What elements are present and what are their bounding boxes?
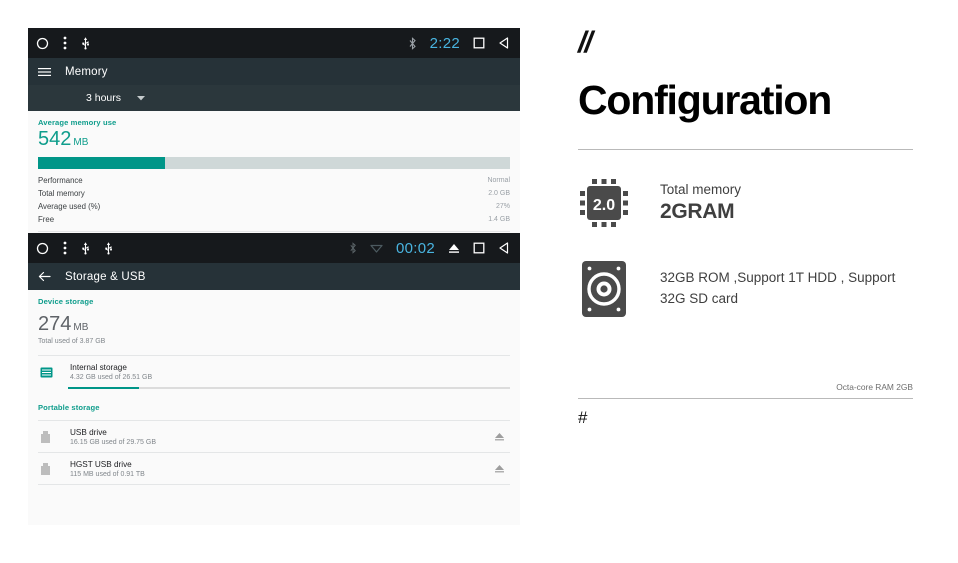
device-storage-value: 274 MB (38, 314, 510, 335)
spec-value: 2GRAM (660, 200, 735, 223)
page-title: Configuration (578, 77, 832, 123)
memory-app-title: Memory (65, 65, 108, 78)
stat-value: 1.4 GB (488, 216, 510, 223)
list-item-text: Internal storage 4.32 GB used of 26.51 G… (70, 363, 510, 381)
hash-mark: # (578, 408, 588, 427)
footer-note: Octa-core RAM 2GB (836, 382, 913, 392)
usb-icon (81, 241, 90, 255)
list-item-text: USB drive 16.15 GB used of 29.75 GB (70, 428, 488, 446)
home-circle-icon[interactable] (36, 37, 49, 50)
portable-storage-label: Portable storage (38, 403, 100, 412)
list-item-subtitle: 16.15 GB used of 29.75 GB (70, 439, 157, 446)
usb-icon (104, 241, 113, 255)
cpu-chip-icon: 2.0 (578, 177, 640, 229)
usb-drive-icon (40, 430, 70, 444)
hamburger-icon[interactable] (38, 67, 51, 77)
stat-value: 27% (495, 203, 510, 210)
chevron-down-icon[interactable] (137, 95, 146, 101)
list-item-title: Internal storage (70, 363, 127, 372)
status-bar-left-icons (36, 36, 90, 50)
list-item-text: HGST USB drive 115 MB used of 0.91 TB (70, 460, 488, 478)
spec-text: 32GB ROM ,Support 1T HDD , Support 32G S… (660, 268, 913, 310)
average-memory-unit: MB (73, 137, 89, 148)
overflow-menu-icon[interactable] (63, 36, 67, 50)
slash-decoration: // (578, 26, 593, 59)
overflow-menu-icon[interactable] (63, 241, 67, 255)
configuration-panel: // Configuration 2.0 Total memory 2GRAM … (578, 28, 913, 428)
spec-description: 32GB ROM ,Support 1T HDD , Support 32G S… (660, 270, 896, 306)
status-bar-clock: 00:02 (395, 239, 435, 257)
storage-screenshot: 00:02 Storage & USB Device storage 274 M… (28, 233, 520, 525)
stat-label: Average used (%) (38, 202, 101, 211)
hard-disk-icon (578, 259, 640, 319)
recents-square-icon[interactable] (473, 242, 485, 254)
stat-value: Normal (487, 177, 510, 184)
list-item-internal-storage[interactable]: Internal storage 4.32 GB used of 26.51 G… (38, 356, 510, 387)
spec-text: Total memory 2GRAM (660, 182, 741, 224)
title-divider (578, 149, 913, 150)
home-circle-icon[interactable] (36, 242, 49, 255)
storage-bars-icon (40, 366, 70, 379)
list-item-subtitle: 115 MB used of 0.91 TB (70, 471, 145, 478)
stat-row-performance: Performance Normal (38, 174, 510, 187)
list-item-usb-drive[interactable]: USB drive 16.15 GB used of 29.75 GB (38, 421, 510, 452)
memory-screenshot: 2:22 Memory 3 hours Average memory use 5… (28, 28, 520, 233)
stat-row-total-memory: Total memory 2.0 GB (38, 187, 510, 200)
list-item-title: HGST USB drive (70, 460, 132, 469)
status-bar-right-icons: 00:02 (349, 240, 510, 257)
memory-usage-bar (38, 157, 510, 169)
list-item-hgst-usb-drive[interactable]: HGST USB drive 115 MB used of 0.91 TB (38, 453, 510, 484)
footer-divider (578, 398, 913, 399)
status-bar-right-icons: 2:22 (408, 35, 510, 52)
device-storage-number: 274 (38, 313, 72, 335)
stat-label: Performance (38, 176, 83, 185)
recents-square-icon[interactable] (473, 37, 485, 49)
memory-content: Average memory use 542 MB Performance Nor… (28, 111, 520, 232)
storage-content: Device storage 274 MB Total used of 3.87 … (28, 290, 520, 485)
eject-icon[interactable] (488, 464, 510, 474)
list-item-subtitle: 4.32 GB used of 26.51 GB (70, 374, 153, 381)
bluetooth-icon (408, 36, 417, 50)
usb-icon (81, 36, 90, 50)
bluetooth-icon (349, 242, 357, 254)
chip-value-text: 2.0 (593, 197, 615, 214)
device-storage-unit: MB (73, 322, 89, 333)
memory-app-bar: Memory (28, 58, 520, 85)
storage-status-bar: 00:02 (28, 233, 520, 263)
memory-status-bar: 2:22 (28, 28, 520, 58)
spec-storage: 32GB ROM ,Support 1T HDD , Support 32G S… (578, 259, 913, 319)
device-storage-label: Device storage (38, 297, 94, 306)
memory-time-spinner[interactable]: 3 hours (28, 85, 520, 111)
spec-total-memory: 2.0 Total memory 2GRAM (578, 177, 913, 229)
back-triangle-icon[interactable] (498, 242, 510, 254)
storage-app-bar: Storage & USB (28, 263, 520, 290)
eject-icon[interactable] (488, 432, 510, 442)
total-used-label: Total used of 3.87 GB (38, 338, 106, 345)
wifi-icon (370, 243, 383, 253)
eject-icon[interactable] (448, 243, 460, 254)
stat-label: Free (38, 215, 55, 224)
divider (38, 231, 510, 232)
list-item-title: USB drive (70, 428, 107, 437)
status-bar-clock: 2:22 (429, 34, 460, 52)
average-memory-number: 542 (38, 128, 72, 150)
stat-label: Total memory (38, 189, 85, 198)
memory-usage-bar-fill (38, 157, 166, 169)
spec-label: Total memory (660, 182, 742, 197)
usb-drive-icon (40, 462, 70, 476)
average-memory-value: 542 MB (38, 129, 510, 150)
storage-app-title: Storage & USB (65, 270, 146, 283)
back-arrow-icon[interactable] (38, 271, 51, 282)
back-triangle-icon[interactable] (498, 37, 510, 49)
stat-row-free: Free 1.4 GB (38, 213, 510, 226)
screenshot-canvas: 2:22 Memory 3 hours Average memory use 5… (0, 0, 958, 563)
stat-row-average-used: Average used (%) 27% (38, 200, 510, 213)
status-bar-left-icons (36, 241, 113, 255)
divider (38, 484, 510, 485)
average-memory-use-label: Average memory use (38, 118, 117, 127)
spinner-label: 3 hours (86, 92, 122, 104)
stat-value: 2.0 GB (488, 190, 510, 197)
